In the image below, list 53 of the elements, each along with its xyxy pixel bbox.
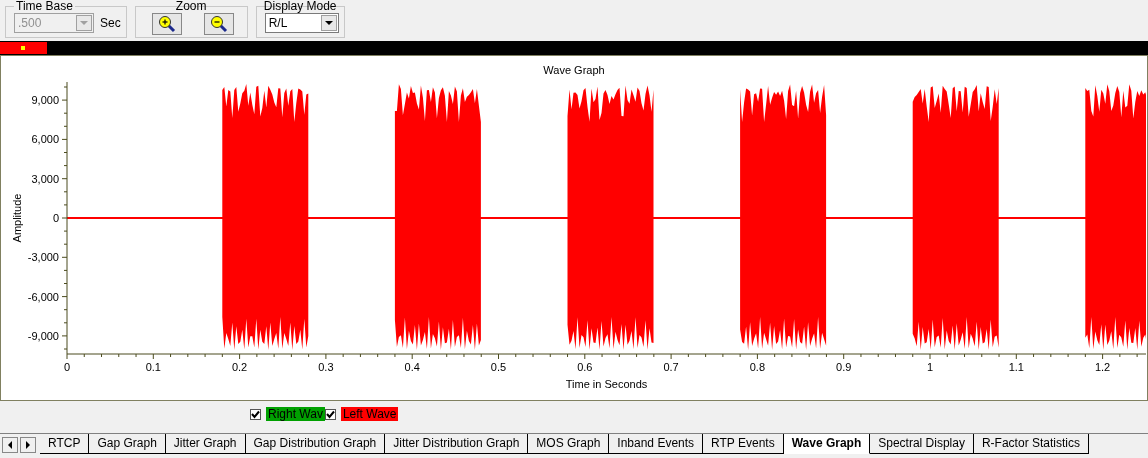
x-tick-label: 0.4 (404, 361, 420, 373)
zoom-in-button[interactable] (151, 13, 182, 35)
group-label: Zoom (174, 0, 208, 13)
x-tick-label: 0 (63, 361, 71, 373)
tab[interactable]: RTCP (40, 434, 90, 454)
x-tick-label: 0.8 (749, 361, 766, 373)
y-tick-label: -3,000 (27, 251, 59, 264)
x-tick-label: 1.1 (1008, 361, 1024, 373)
zoom-in-icon (157, 15, 176, 33)
x-tick-label: 0.3 (318, 361, 334, 373)
chart-title: Wave Graph (543, 64, 605, 76)
x-axis-label: Time in Seconds (565, 378, 648, 390)
x-tick-label: 0.6 (577, 361, 593, 373)
y-tick-label: 9,000 (31, 94, 59, 106)
y-axis-label: Amplitude (11, 193, 23, 243)
x-tick-label: 0.5 (490, 361, 507, 373)
overview-bar[interactable] (0, 41, 1148, 56)
checkbox[interactable] (250, 408, 261, 420)
y-tick-label: 0 (52, 212, 59, 224)
y-tick-label: -6,000 (27, 290, 59, 303)
x-tick-label: 1 (926, 361, 934, 373)
tab[interactable]: Gap Distribution Graph (245, 434, 386, 454)
checkbox[interactable] (324, 408, 336, 420)
x-tick-label: 1.2 (1094, 361, 1111, 373)
unit-label: Sec (100, 16, 121, 30)
tab[interactable]: Gap Graph (89, 434, 166, 454)
tab[interactable]: R-Factor Statistics (973, 434, 1089, 454)
group-label: Time Base (14, 0, 75, 13)
y-tick-label: -9,000 (27, 330, 59, 342)
zoom-out-button[interactable] (203, 13, 234, 35)
tab[interactable]: RTP Events (703, 434, 784, 454)
x-tick-label: 0.7 (663, 361, 679, 373)
group-label: Display Mode (262, 0, 338, 13)
legend-label: Left Wave (340, 407, 399, 421)
dropdown[interactable]: R/L (264, 13, 339, 33)
tab[interactable]: Jitter Distribution Graph (385, 434, 529, 454)
tab[interactable]: Spectral Display (870, 434, 974, 454)
right-arrow-icon (26, 441, 30, 449)
left-arrow-icon (8, 441, 12, 449)
legend-label: Right Wav (266, 407, 325, 421)
tab[interactable]: Wave Graph (783, 434, 871, 454)
tab[interactable]: Jitter Graph (165, 434, 246, 454)
tab[interactable]: Inband Events (609, 434, 704, 454)
y-tick-label: 6,000 (31, 133, 59, 146)
scroll-right-button[interactable] (20, 437, 36, 453)
zoom-out-icon (209, 15, 228, 33)
scroll-left-button[interactable] (2, 437, 18, 453)
position-marker[interactable] (0, 42, 47, 54)
tab[interactable]: MOS Graph (528, 434, 610, 454)
x-tick-label: 0.9 (836, 361, 852, 373)
x-tick-label: 0.2 (231, 361, 248, 373)
x-tick-label: 0.1 (145, 361, 161, 373)
y-tick-label: 3,000 (31, 172, 59, 185)
